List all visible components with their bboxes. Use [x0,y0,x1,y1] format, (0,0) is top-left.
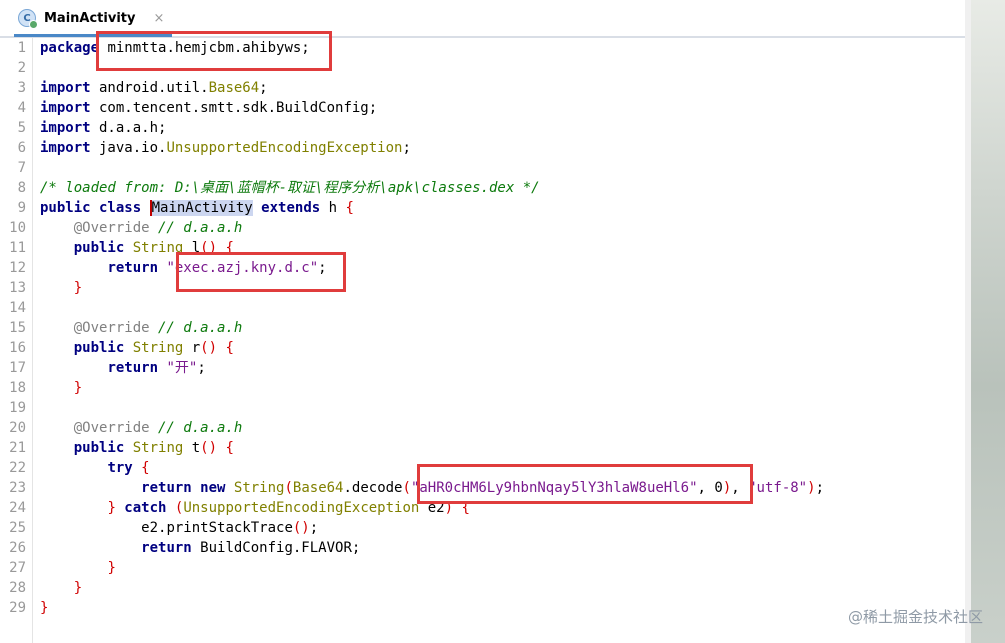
close-icon[interactable]: × [153,11,164,26]
highlight-box-string-l [176,252,346,292]
line-number: 12 [9,260,26,276]
code-line-5: import d.a.a.h; [40,120,167,136]
line-number: 27 [9,560,26,576]
code-editor[interactable]: package minmtta.hemjcbm.ahibyws; import … [33,38,965,643]
code-line-3: import android.util.Base64; [40,80,268,96]
line-number-gutter: 1 2 3 4 5 6 7 8 9 10 11 12 13 14 15 16 17 18 19 20 21 22 23 24 2… [0,38,33,643]
line-number: 1 [17,40,26,56]
highlight-box-package [96,31,332,71]
class-c-icon: C [18,9,38,29]
line-number: 2 [17,60,26,76]
line-number: 29 [9,600,26,616]
line-number: 19 [9,400,26,416]
code-line-16: public String r() { [73,340,234,356]
code-line-13: } [73,280,83,296]
code-line-26: return BuildConfig.FLAVOR; [141,540,361,556]
line-number: 21 [9,440,26,456]
line-number: 6 [17,140,26,156]
line-number: 22 [9,460,26,476]
tab-title: MainActivity [44,10,136,26]
line-number: 23 [9,480,26,496]
code-line-20: @Override // d.a.a.h [73,420,243,436]
line-number: 17 [9,360,26,376]
code-line-18: } [73,380,83,396]
line-number: 11 [9,240,26,256]
code-line-22: try { [107,460,150,476]
line-number: 14 [9,300,26,316]
background-window-edge [965,0,1005,643]
line-number: 10 [9,220,26,236]
code-line-29: } [40,600,49,616]
line-number: 13 [9,280,26,296]
watermark-text: @稀土掘金技术社区 [847,608,983,626]
code-line-6: import java.io.UnsupportedEncodingExcept… [40,140,411,156]
line-number: 9 [17,200,26,216]
code-line-28: } [73,580,83,596]
line-number: 3 [17,80,26,96]
code-line-25: e2.printStackTrace(); [141,520,319,536]
line-number: 8 [17,180,26,196]
code-line-8: /* loaded from: D:\桌面\蓝帽杯-取证\程序分析\apk\cl… [40,180,540,196]
code-line-10: @Override // d.a.a.h [73,220,243,236]
line-number: 5 [17,120,26,136]
line-number: 15 [9,320,26,336]
line-number: 20 [9,420,26,436]
line-number: 4 [17,100,26,116]
code-line-27: } [107,560,116,576]
code-line-4: import com.tencent.smtt.sdk.BuildConfig; [40,100,378,116]
line-number: 18 [9,380,26,396]
code-line-9: public class MainActivity extends h { [40,200,354,216]
line-number: 26 [9,540,26,556]
highlight-box-base64 [417,464,753,504]
code-line-21: public String t() { [73,440,234,456]
code-line-24: } catch (UnsupportedEncodingException e2… [107,500,470,516]
line-number: 16 [9,340,26,356]
code-line-15: @Override // d.a.a.h [73,320,243,336]
line-number: 24 [9,500,26,516]
line-number: 28 [9,580,26,596]
line-number: 25 [9,520,26,536]
code-line-17: return "开"; [107,360,206,376]
line-number: 7 [17,160,26,176]
